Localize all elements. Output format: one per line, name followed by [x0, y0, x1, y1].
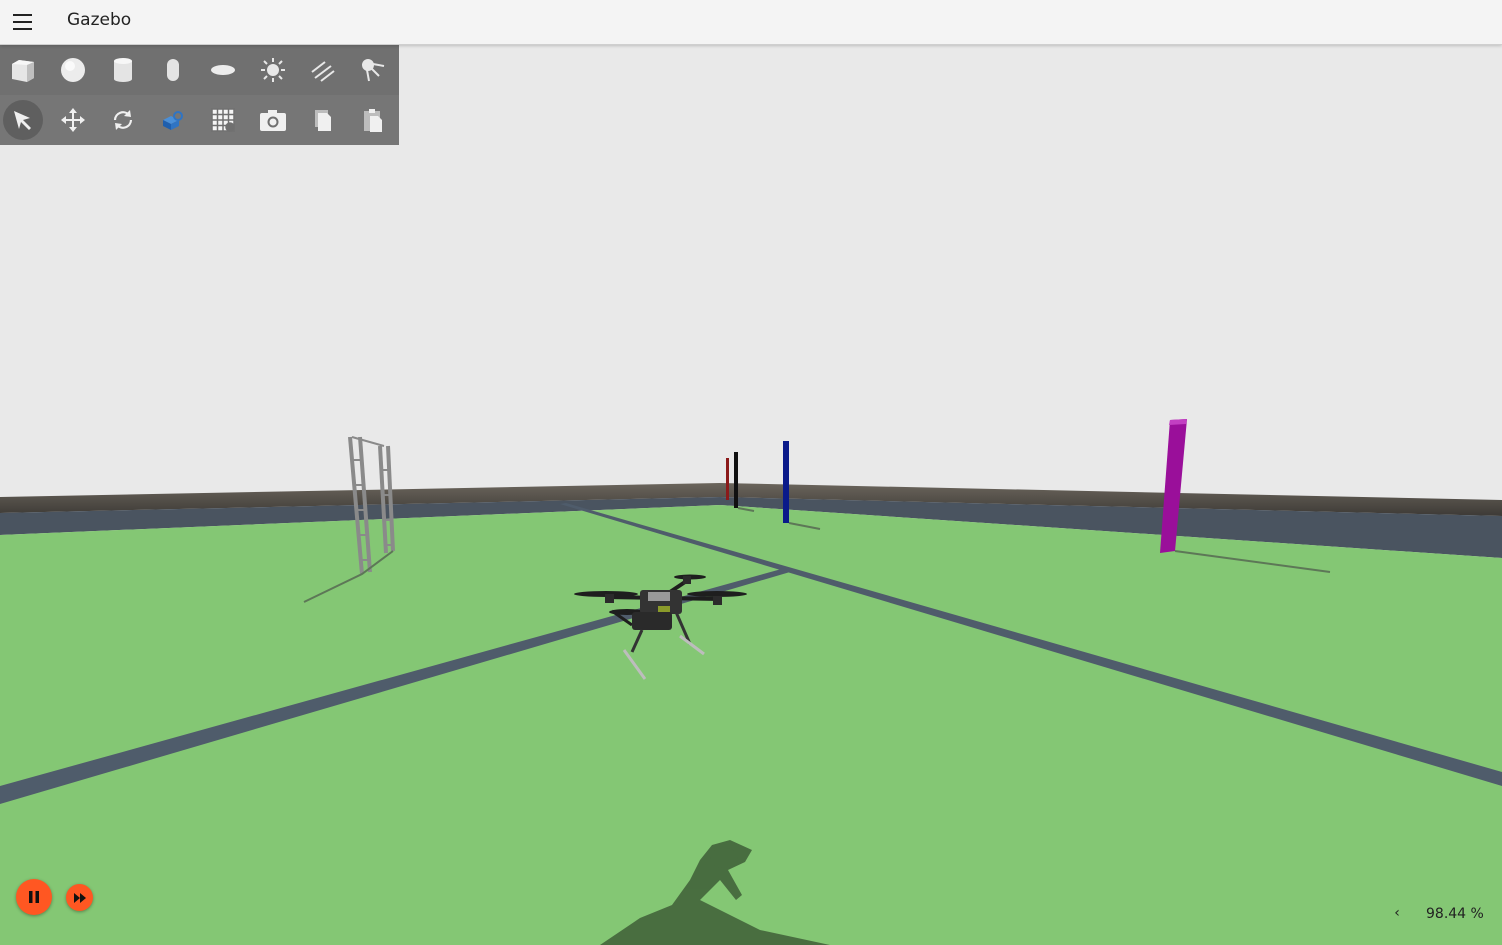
pause-icon	[29, 891, 39, 903]
resource-spawner-icon[interactable]	[153, 100, 193, 140]
translate-icon[interactable]	[53, 100, 93, 140]
step-forward-button[interactable]	[66, 884, 93, 911]
ellipsoid-icon[interactable]	[203, 50, 243, 90]
app-title: Gazebo	[67, 10, 132, 30]
shapes-toolbar	[0, 45, 399, 95]
tool-palette	[0, 45, 399, 145]
scene-viewport[interactable]	[0, 45, 1502, 945]
menu-icon[interactable]	[10, 10, 36, 34]
cylinder-icon[interactable]	[103, 50, 143, 90]
copy-icon[interactable]	[303, 100, 343, 140]
play-pause-button[interactable]	[16, 879, 52, 915]
grid-snap-icon[interactable]	[203, 100, 243, 140]
top-app-bar: Gazebo	[0, 0, 1502, 45]
point-light-icon[interactable]	[253, 50, 293, 90]
box-icon[interactable]	[3, 50, 43, 90]
capsule-icon[interactable]	[153, 50, 193, 90]
paste-icon[interactable]	[353, 100, 393, 140]
transform-toolbar	[0, 95, 399, 145]
real-time-factor: 98.44 %	[1426, 906, 1484, 922]
rotate-icon[interactable]	[103, 100, 143, 140]
stats-expand-chevron-icon[interactable]: ‹	[1390, 905, 1404, 925]
select-cursor-icon[interactable]	[3, 100, 43, 140]
screenshot-camera-icon[interactable]	[253, 100, 293, 140]
fast-forward-icon	[73, 892, 86, 903]
directional-light-icon[interactable]	[303, 50, 343, 90]
spot-light-icon[interactable]	[353, 50, 393, 90]
red-pole	[726, 458, 729, 500]
sphere-icon[interactable]	[53, 50, 93, 90]
